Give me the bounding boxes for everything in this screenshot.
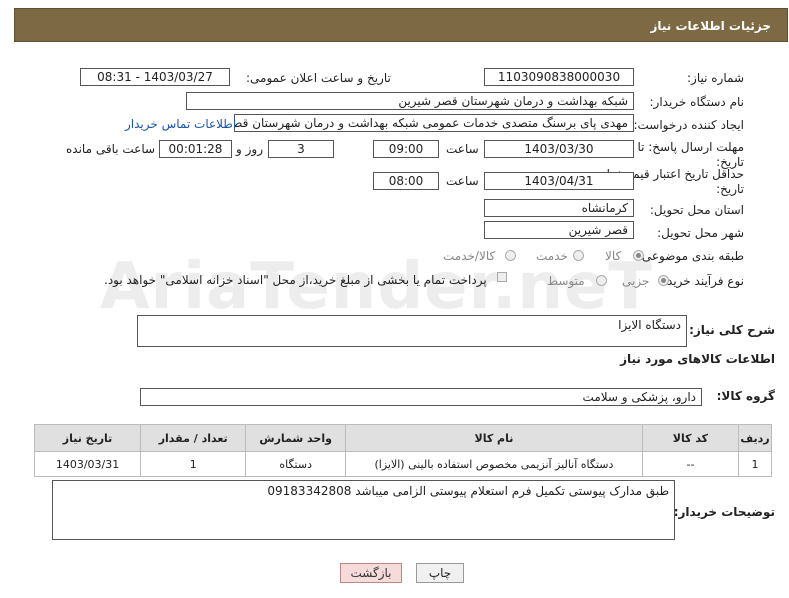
city-field: قصر شیرین (484, 221, 634, 239)
col-header-row-number: ردیف (738, 424, 772, 452)
category-option-both: کالا/خدمت (443, 249, 496, 263)
validity-label-date: تاریخ: (716, 182, 744, 196)
province-label: استان محل تحویل: (649, 203, 744, 217)
cell-quantity: 1 (140, 451, 247, 477)
goods-group-field: دارو، پزشکی و سلامت (140, 388, 702, 406)
goods-info-title: اطلاعات کالاهای مورد نیاز (620, 352, 775, 366)
deadline-time-label: ساعت (446, 142, 479, 156)
remaining-label: ساعت باقی مانده (66, 142, 156, 156)
process-label: نوع فرآیند خرید : (659, 274, 744, 288)
city-label: شهر محل تحویل: (657, 226, 744, 240)
page-title: جزئیات اطلاعات نیاز (650, 19, 771, 33)
buyer-notes-label: توضیحات خریدار: (673, 505, 775, 519)
back-button[interactable]: بازگشت (340, 563, 402, 583)
cell-unit: دستگاه (245, 451, 347, 477)
need-number-label: شماره نیاز: (687, 71, 744, 85)
summary-label: شرح کلی نیاز: (689, 323, 775, 337)
process-option-partial: جزیی (622, 274, 650, 288)
days-field: 3 (268, 140, 334, 158)
category-radio-goods[interactable] (633, 250, 644, 261)
days-label: روز و (236, 142, 263, 156)
goods-group-label: گروه کالا: (716, 389, 775, 403)
summary-field: دستگاه الایزا (137, 315, 687, 347)
table-row: 1 -- دستگاه آنالیز آنزیمی مخصوص استفاده … (33, 451, 772, 477)
province-field: کرمانشاه (484, 199, 634, 217)
cell-row-number: 1 (738, 451, 772, 477)
announce-field: 1403/03/27 - 08:31 (80, 68, 230, 86)
category-option-service: خدمت (536, 249, 568, 263)
process-option-medium: متوسط (547, 274, 585, 288)
col-header-unit: واحد شمارش (245, 424, 347, 452)
cell-name: دستگاه آنالیز آنزیمی مخصوص استفاده بالین… (345, 451, 643, 477)
buyer-label: نام دستگاه خریدار: (649, 95, 745, 109)
deadline-time-field: 09:00 (373, 140, 439, 158)
remaining-time-field: 00:01:28 (159, 140, 232, 158)
col-header-name: نام کالا (345, 424, 643, 452)
table-header-row: ردیف کد کالا نام کالا واحد شمارش تعداد /… (33, 424, 772, 452)
payment-checkbox[interactable] (497, 272, 507, 282)
cell-need-date: 1403/03/31 (33, 451, 142, 477)
buyer-notes-field: طبق مدارک پیوستی تکمیل فرم استعلام پیوست… (52, 480, 675, 540)
process-radio-medium[interactable] (596, 275, 607, 286)
items-table: ردیف کد کالا نام کالا واحد شمارش تعداد /… (33, 424, 772, 477)
col-header-code: کد کالا (641, 424, 740, 452)
category-radio-service[interactable] (573, 250, 584, 261)
contact-buyer-link[interactable]: اطلاعات تماس خریدار (125, 117, 236, 131)
print-button[interactable]: چاپ (416, 563, 464, 583)
validity-time-label: ساعت (446, 174, 479, 188)
creator-field: مهدی پای برسنگ متصدی خدمات عمومی شبکه به… (234, 114, 634, 132)
validity-date-field: 1403/04/31 (484, 172, 634, 190)
need-number-field: 1103090838000030 (484, 68, 634, 86)
category-radio-both[interactable] (505, 250, 516, 261)
col-header-need-date: تاریخ نیاز (33, 424, 142, 452)
cell-code: -- (641, 451, 740, 477)
announce-label: تاریخ و ساعت اعلان عمومی: (246, 71, 391, 85)
page-header: جزئیات اطلاعات نیاز (14, 8, 788, 42)
col-header-quantity: تعداد / مقدار (140, 424, 247, 452)
process-radio-partial[interactable] (658, 275, 669, 286)
validity-time-field: 08:00 (373, 172, 439, 190)
deadline-date-field: 1403/03/30 (484, 140, 634, 158)
deadline-label: مهلت ارسال پاسخ: تا (637, 140, 744, 154)
payment-note: پرداخت تمام یا بخشی از مبلغ خرید،از محل … (104, 273, 487, 287)
category-option-goods: کالا (605, 249, 622, 263)
category-label: طبقه بندی موضوعی: (637, 249, 744, 263)
buyer-field: شبکه بهداشت و درمان شهرستان قصر شیرین (186, 92, 634, 110)
creator-label: ایجاد کننده درخواست: (633, 118, 744, 132)
